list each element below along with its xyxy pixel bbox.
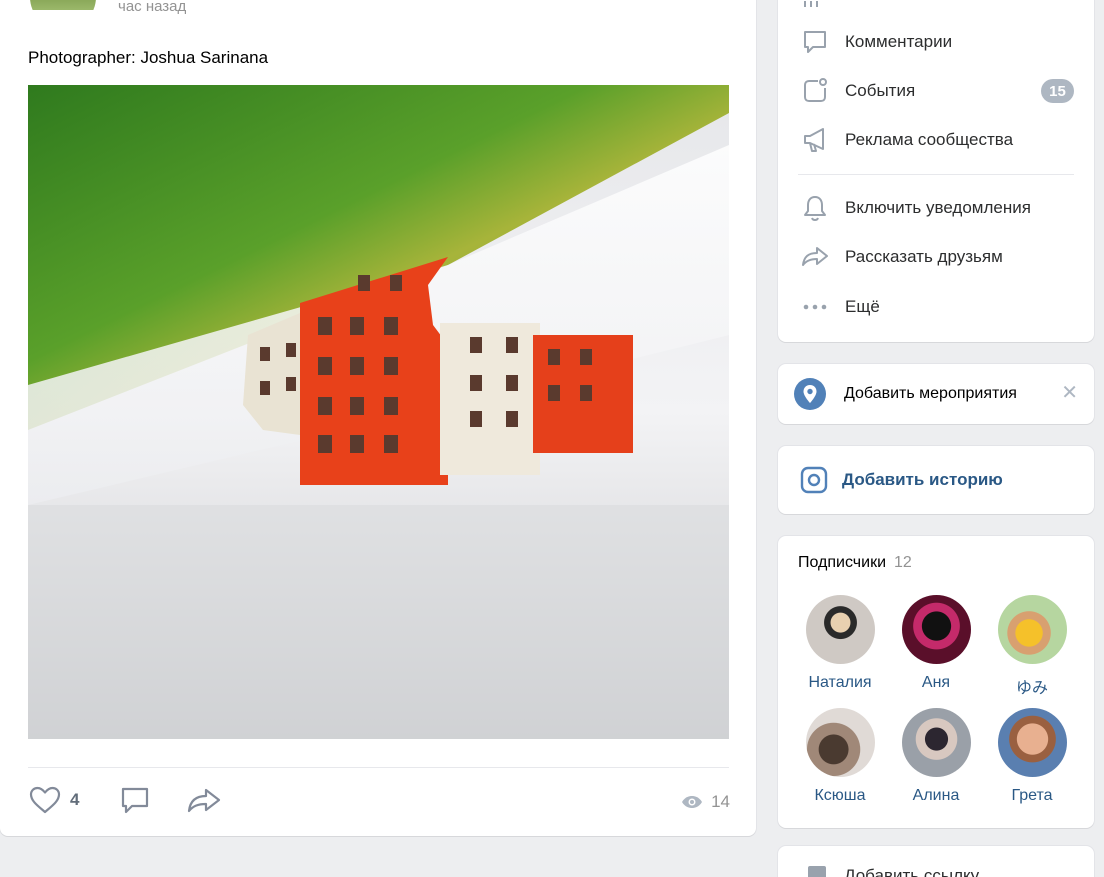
add-event-card[interactable]: Добавить мероприятия ✕: [778, 364, 1094, 424]
post-time[interactable]: час назад: [118, 0, 186, 15]
menu-item-events[interactable]: События 15: [778, 67, 1094, 115]
followers-count: 12: [894, 554, 912, 571]
comment-icon: [121, 787, 149, 814]
follower-name: ゆみ: [1015, 680, 1048, 697]
menu-divider: [798, 174, 1074, 175]
location-pin-icon: [794, 378, 826, 410]
avatar: [901, 595, 971, 664]
post-card: час назад Photographer: Joshua Sarinana: [0, 0, 756, 836]
menu-item-label: Реклама сообщества: [845, 130, 1014, 149]
follower-name: Алина: [912, 787, 960, 804]
follower[interactable]: Грета: [984, 708, 1080, 805]
follower-name: Грета: [1011, 787, 1053, 804]
avatar: [805, 708, 875, 777]
community-avatar[interactable]: [30, 0, 96, 30]
post-text: Photographer: Joshua Sarinana: [28, 48, 269, 67]
megaphone-icon: [800, 125, 830, 155]
camera-story-icon: [800, 466, 828, 499]
eye-icon: [682, 796, 703, 808]
follower[interactable]: Ксюша: [792, 708, 888, 805]
bell-icon: [800, 193, 830, 223]
add-link-card[interactable]: Добавить ссылку: [778, 846, 1094, 877]
follower[interactable]: ゆみ: [984, 595, 1080, 698]
menu-item-comments[interactable]: Комментарии: [778, 18, 1094, 66]
share-icon: [800, 242, 830, 272]
post-divider: [28, 767, 729, 768]
community-menu: Комментарии События 15 Реклама сообществ…: [778, 0, 1094, 342]
menu-item-notifications[interactable]: Включить уведомления: [778, 184, 1094, 232]
menu-item-label: Комментарии: [845, 32, 953, 51]
avatar: [997, 595, 1067, 664]
more-icon: [800, 292, 830, 322]
link-icon: [808, 866, 826, 877]
followers-title: Подписчики: [798, 554, 887, 571]
comment-icon: [800, 27, 830, 57]
add-event-label: Добавить мероприятия: [844, 385, 1017, 402]
like-button[interactable]: 4: [28, 785, 79, 815]
followers-header[interactable]: Подписчики 12: [798, 554, 912, 572]
post-photo[interactable]: [28, 85, 729, 739]
add-story-label: Добавить историю: [842, 470, 1003, 489]
menu-item-ads[interactable]: Реклама сообщества: [778, 116, 1094, 164]
menu-item-label: События: [845, 81, 916, 100]
avatar: [901, 708, 971, 777]
followers-card: Подписчики 12 Наталия Аня ゆみ Ксюша Алина …: [778, 536, 1094, 828]
heart-icon: [29, 786, 61, 814]
follower-name: Наталия: [808, 674, 872, 691]
add-link-label: Добавить ссылку: [844, 866, 980, 877]
menu-item-more[interactable]: Ещё: [778, 283, 1094, 331]
views-count: 14: [711, 792, 730, 811]
like-count: 4: [70, 790, 80, 809]
share-icon: [187, 788, 221, 813]
menu-item-label: Ещё: [845, 297, 880, 316]
avatar: [805, 595, 875, 664]
events-icon: [800, 76, 830, 106]
menu-item-label: Рассказать друзьям: [845, 247, 1003, 266]
add-story-card[interactable]: Добавить историю: [778, 446, 1094, 514]
events-count-badge: 15: [1041, 79, 1074, 103]
menu-item-tell-friends[interactable]: Рассказать друзьям: [778, 233, 1094, 281]
follower[interactable]: Наталия: [792, 595, 888, 692]
follower-name: Ксюша: [814, 787, 866, 804]
views-counter: 14: [681, 792, 730, 812]
follower-name: Аня: [921, 674, 951, 691]
close-icon[interactable]: ✕: [1061, 383, 1078, 403]
follower[interactable]: Аня: [888, 595, 984, 692]
menu-item-label: Включить уведомления: [845, 198, 1031, 217]
avatar: [997, 708, 1067, 777]
follower[interactable]: Алина: [888, 708, 984, 805]
share-button[interactable]: [186, 785, 222, 815]
comment-button[interactable]: [118, 785, 152, 815]
